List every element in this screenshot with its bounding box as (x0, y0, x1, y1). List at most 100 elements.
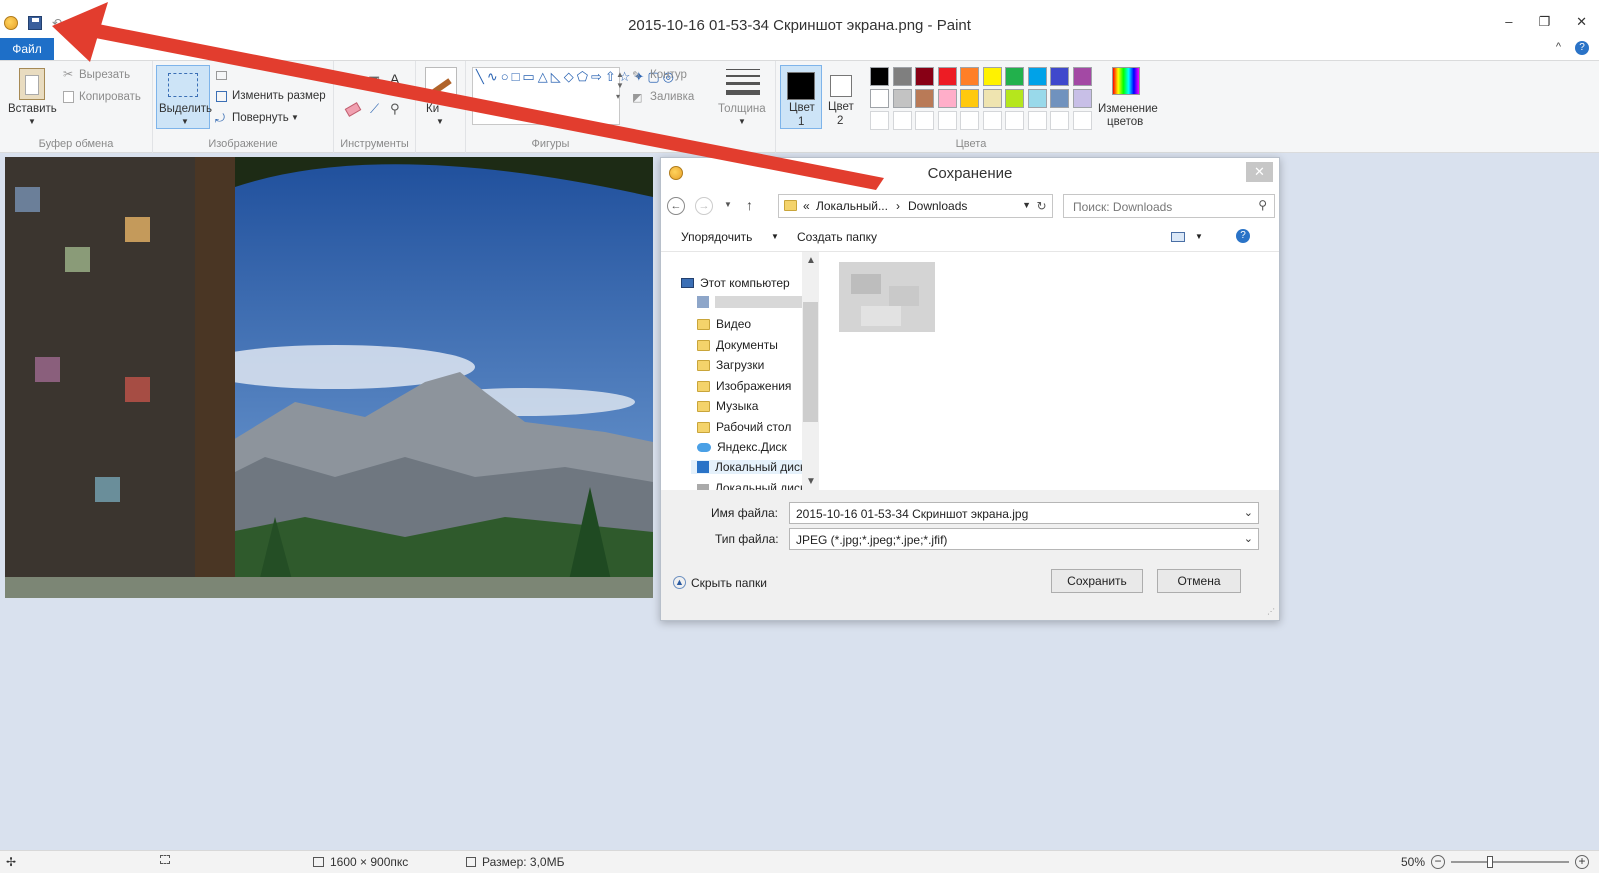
eraser-icon[interactable] (344, 102, 362, 117)
rotate-dropdown-icon[interactable]: ▼ (291, 113, 299, 122)
minimize-ribbon-icon[interactable]: ^ (1556, 41, 1561, 55)
navigation-scrollbar[interactable]: ▲ ▼ (802, 252, 819, 490)
palette-swatch[interactable] (892, 67, 912, 86)
palette-swatch[interactable] (982, 67, 1002, 86)
organize-dropdown-icon[interactable]: ▼ (771, 232, 779, 241)
custom-color-slot[interactable] (1005, 111, 1024, 130)
address-dropdown-icon[interactable]: ▼ (1022, 200, 1031, 210)
tree-item-downloads[interactable]: Загрузки (697, 358, 764, 372)
zoom-in-icon[interactable]: + (1575, 855, 1590, 869)
color1-frame[interactable]: Цвет 1 (780, 65, 822, 129)
edit-colors-icon[interactable] (1112, 67, 1140, 95)
palette-swatch[interactable] (915, 89, 934, 108)
address-chevrons[interactable]: « (803, 199, 810, 213)
pencil-icon[interactable]: ✎ (346, 73, 357, 89)
address-separator[interactable]: › (896, 199, 900, 213)
rotate-icon[interactable]: ⤾ (215, 111, 225, 126)
forward-icon[interactable]: → (695, 197, 713, 215)
up-icon[interactable]: ↑ (746, 197, 753, 213)
palette-swatch[interactable] (870, 67, 889, 86)
filetype-dropdown-icon[interactable]: ⌄ (1244, 532, 1253, 545)
palette-swatch[interactable] (937, 89, 957, 108)
tree-item-local-disk-d[interactable]: Локальный диск (697, 481, 805, 490)
paste-dropdown-icon[interactable]: ▼ (28, 117, 36, 126)
custom-color-slot[interactable] (1027, 111, 1047, 130)
dialog-help-icon[interactable]: ? (1236, 229, 1250, 243)
tree-item-music[interactable]: Музыка (697, 399, 758, 413)
color2-frame[interactable]: Цвет 2 (826, 65, 862, 129)
address-segment-downloads[interactable]: Downloads (908, 199, 967, 213)
tree-item-pictures[interactable]: Изображения (697, 379, 791, 393)
tree-item-documents[interactable]: Документы (697, 338, 778, 352)
color-picker-icon[interactable]: ⟋ (370, 101, 379, 117)
cut-icon[interactable]: ✂ (63, 67, 73, 81)
filename-input[interactable]: 2015-10-16 01-53-34 Скриншот экрана.jpg (796, 507, 1028, 521)
resize-button[interactable]: Изменить размер (232, 90, 326, 102)
restore-button[interactable]: ❐ (1538, 14, 1550, 30)
text-tool-icon[interactable]: A (390, 71, 399, 87)
custom-color-slot[interactable] (892, 111, 912, 130)
size-button[interactable]: Толщина (718, 103, 766, 115)
filetype-value[interactable]: JPEG (*.jpg;*.jpeg;*.jpe;*.jfif) (796, 533, 947, 547)
custom-color-slot[interactable] (982, 111, 1002, 130)
palette-swatch[interactable] (1027, 89, 1047, 108)
fill-button[interactable]: Заливка (650, 91, 694, 103)
custom-color-slot[interactable] (937, 111, 957, 130)
palette-swatch[interactable] (1050, 89, 1069, 108)
tree-item-desktop[interactable]: Рабочий стол (697, 420, 791, 434)
palette-swatch[interactable] (915, 67, 934, 86)
paste-icon[interactable] (19, 68, 45, 100)
hide-folders-icon[interactable]: ▲ (673, 576, 686, 589)
tree-item-local-disk-c[interactable]: Локальный диск (691, 460, 811, 474)
palette-swatch[interactable] (1072, 89, 1092, 108)
shapes-scroll-icon[interactable]: ▲ ▼ ▾ (616, 69, 624, 102)
tree-item-network[interactable] (697, 296, 803, 308)
search-icon[interactable]: ⚲ (1258, 198, 1267, 212)
search-input[interactable]: Поиск: Downloads (1073, 200, 1172, 214)
crop-icon[interactable] (216, 71, 227, 80)
image-canvas[interactable] (5, 157, 653, 598)
copy-icon[interactable] (63, 91, 74, 103)
magnifier-icon[interactable]: ⚲ (390, 101, 400, 117)
tree-item-this-pc[interactable]: Этот компьютер (681, 276, 790, 290)
size-icon[interactable] (726, 69, 760, 95)
filetype-select[interactable]: JPEG (*.jpg;*.jpeg;*.jpe;*.jfif) ⌄ (789, 528, 1259, 550)
recent-locations-icon[interactable]: ▼ (724, 200, 732, 209)
size-dropdown-icon[interactable]: ▼ (738, 117, 746, 126)
tree-item-videos[interactable]: Видео (697, 317, 751, 331)
hide-folders-link[interactable]: Скрыть папки (691, 576, 767, 590)
palette-swatch[interactable] (960, 89, 979, 108)
palette-swatch[interactable] (870, 89, 889, 108)
address-bar[interactable]: « Локальный... › Downloads ▼ (778, 194, 1038, 218)
scrollbar-thumb[interactable] (803, 302, 818, 422)
zoom-slider[interactable] (1451, 856, 1570, 868)
select-dropdown-icon[interactable]: ▼ (181, 117, 189, 126)
palette-swatch[interactable] (960, 67, 979, 86)
custom-color-slot[interactable] (1072, 111, 1092, 130)
custom-color-slot[interactable] (960, 111, 979, 130)
brushes-dropdown-icon[interactable]: ▼ (436, 117, 444, 126)
organize-button[interactable]: Упорядочить (681, 230, 752, 244)
save-button[interactable]: Сохранить (1051, 569, 1143, 593)
cut-button[interactable]: Вырезать (79, 69, 130, 81)
view-dropdown-icon[interactable]: ▼ (1195, 232, 1203, 241)
scroll-down-icon[interactable]: ▼ (806, 476, 816, 487)
custom-color-slot[interactable] (1050, 111, 1069, 130)
fill-icon[interactable]: ◩ (632, 91, 642, 104)
rotate-button[interactable]: Повернуть (232, 112, 289, 124)
select-button[interactable]: Выделить (159, 103, 212, 115)
palette-swatch[interactable] (937, 67, 957, 86)
palette-swatch[interactable] (1027, 67, 1047, 86)
new-folder-button[interactable]: Создать папку (797, 230, 877, 244)
palette-swatch[interactable] (982, 89, 1002, 108)
fill-bucket-icon[interactable]: ◩ (368, 73, 380, 89)
filename-dropdown-icon[interactable]: ⌄ (1244, 506, 1253, 519)
palette-swatch[interactable] (1005, 89, 1024, 108)
back-icon[interactable]: ← (667, 197, 685, 215)
edit-colors-button[interactable]: Изменение (1098, 103, 1158, 115)
filename-field[interactable]: 2015-10-16 01-53-34 Скриншот экрана.jpg … (789, 502, 1259, 524)
tree-item-yandex-disk[interactable]: Яндекс.Диск (697, 440, 787, 454)
file-list[interactable] (819, 252, 1279, 490)
palette-swatch[interactable] (892, 89, 912, 108)
copy-button[interactable]: Копировать (79, 91, 141, 103)
